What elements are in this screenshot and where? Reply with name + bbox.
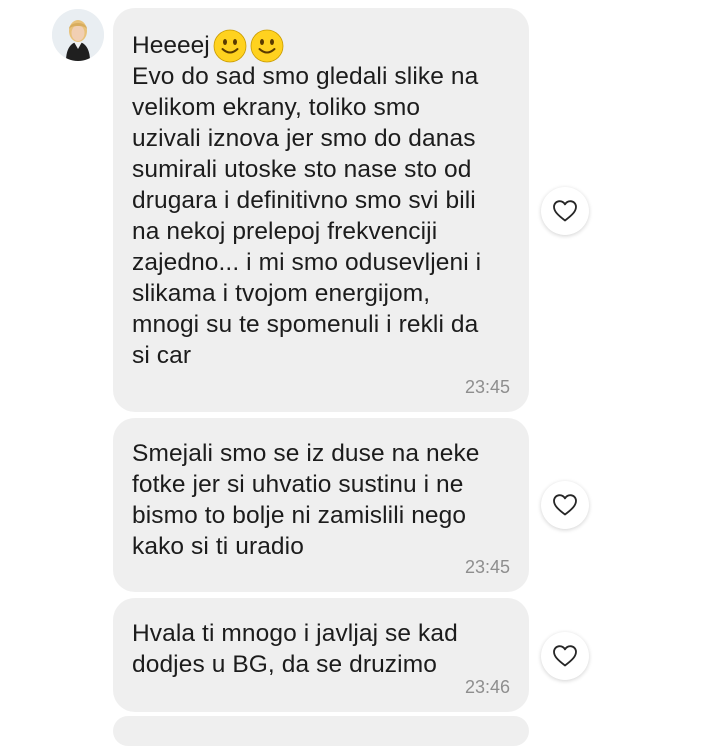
greeting-text: Heeeej <box>132 32 210 59</box>
slightly-smiling-face-icon <box>213 29 247 63</box>
heart-outline-icon <box>553 645 577 667</box>
message-timestamp: 23:45 <box>464 557 510 577</box>
contact-avatar[interactable] <box>52 9 104 61</box>
message-timestamp: 23:45 <box>464 377 510 397</box>
message-text: Evo do sad smo gledali slike na velikom … <box>132 63 482 369</box>
like-message-button[interactable] <box>541 187 589 235</box>
message-bubble-partial[interactable] <box>113 716 529 746</box>
avatar-photo <box>52 9 104 61</box>
message-text: Smejali smo se iz duse na neke fotke jer… <box>132 440 480 560</box>
like-message-button[interactable] <box>541 481 589 529</box>
message-timestamp: 23:46 <box>464 677 510 697</box>
heart-outline-icon <box>553 494 577 516</box>
message-bubble[interactable]: Smejali smo se iz duse na neke fotke jer… <box>113 418 529 592</box>
like-message-button[interactable] <box>541 632 589 680</box>
message-bubble[interactable]: Hvala ti mnogo i javljaj se kad dodjes u… <box>113 598 529 712</box>
message-text: Hvala ti mnogo i javljaj se kad dodjes u… <box>132 620 458 678</box>
message-bubble[interactable]: Heeeej Evo do sad smo gledali slike na v… <box>113 8 529 412</box>
slightly-smiling-face-icon <box>250 29 284 63</box>
greeting-line: Heeeej <box>132 29 511 63</box>
heart-outline-icon <box>553 200 577 222</box>
